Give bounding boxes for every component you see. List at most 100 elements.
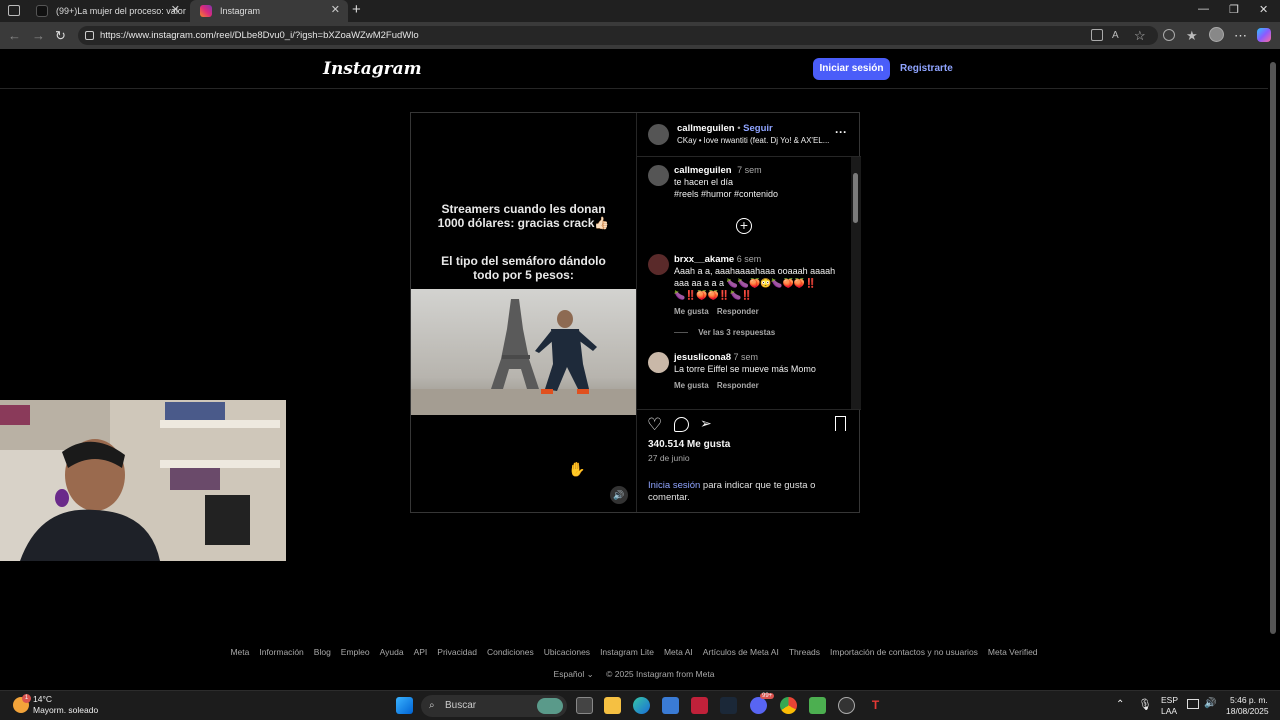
app-available-icon[interactable] [1091, 29, 1103, 41]
likes-count[interactable]: 340.514 Me gusta [648, 439, 730, 450]
weather-description[interactable]: Mayorm. soleado [33, 705, 98, 715]
overlay-text-1: Streamers cuando les donan 1000 dólares:… [437, 202, 610, 230]
close-tab-icon[interactable]: ✕ [331, 3, 340, 16]
profile-avatar[interactable] [1209, 27, 1224, 42]
comment-like-button[interactable]: Me gusta [674, 381, 709, 390]
site-info-icon[interactable] [85, 31, 94, 40]
show-hidden-icons-icon[interactable]: ⌃ [1116, 699, 1124, 710]
instagram-page: Instagram Iniciar sesión Registrarte Str… [0, 49, 1268, 690]
caption-username[interactable]: callmeguilen [674, 165, 732, 176]
close-window-icon[interactable]: ✕ [1259, 3, 1268, 16]
instagram-logo[interactable]: Instagram [323, 59, 422, 79]
footer-link[interactable]: Meta AI [664, 647, 693, 657]
task-view-icon[interactable] [576, 697, 593, 714]
post-caption: callmeguilen 7 sem te hacen el día #reel… [674, 165, 850, 200]
footer-link[interactable]: Condiciones [487, 647, 534, 657]
comment-bubble-icon[interactable] [674, 417, 689, 432]
footer-link[interactable]: Ubicaciones [544, 647, 590, 657]
login-prompt-link[interactable]: Inicia sesión [648, 480, 700, 491]
reel-video[interactable]: Streamers cuando les donan 1000 dólares:… [411, 113, 636, 512]
tab-tiktok[interactable]: (99+)La mujer del proceso: valor ✕ [26, 0, 188, 22]
maximize-icon[interactable]: ❐ [1229, 3, 1239, 16]
comment-reply-button[interactable]: Responder [717, 381, 759, 390]
microphone-icon[interactable]: 🎙 [1138, 698, 1152, 711]
copilot-icon[interactable] [1257, 28, 1271, 42]
footer-link[interactable]: Empleo [341, 647, 370, 657]
weather-temperature[interactable]: 14°C [33, 694, 52, 704]
commenter-avatar[interactable] [648, 254, 669, 275]
clock-time[interactable]: 5:46 p. m. [1230, 695, 1268, 705]
more-options-icon[interactable]: ··· [835, 125, 847, 139]
footer-link[interactable]: Importación de contactos y no usuarios [830, 647, 978, 657]
comments-scroll-thumb[interactable] [853, 173, 858, 223]
footer-link[interactable]: Artículos de Meta AI [703, 647, 779, 657]
load-more-comments-icon[interactable]: + [736, 218, 752, 234]
tiktok-icon [36, 5, 48, 17]
minimize-icon[interactable]: — [1198, 3, 1209, 15]
footer-link[interactable]: Threads [789, 647, 820, 657]
language-selector[interactable]: Español ⌄ [554, 669, 594, 679]
forward-icon[interactable]: → [32, 28, 45, 43]
mute-toggle-button[interactable]: 🔊 [610, 486, 628, 504]
share-send-icon[interactable]: ➢ [700, 415, 712, 432]
app-icon[interactable] [838, 697, 855, 714]
minecraft-icon[interactable] [809, 697, 826, 714]
more-options-icon[interactable]: ⋯ [1234, 28, 1247, 44]
footer-link[interactable]: API [414, 647, 428, 657]
edge-browser-icon[interactable] [633, 697, 650, 714]
language-indicator-top[interactable]: ESP [1161, 695, 1178, 705]
caption-time: 7 sem [737, 165, 762, 175]
tab-actions-icon[interactable] [8, 5, 20, 16]
refresh-icon[interactable]: ↻ [55, 28, 66, 44]
read-aloud-icon[interactable]: A [1112, 30, 1119, 41]
favorites-icon[interactable]: ★ [1186, 28, 1198, 44]
footer-link[interactable]: Instagram Lite [600, 647, 654, 657]
network-icon[interactable] [1187, 699, 1199, 709]
clock-date[interactable]: 18/08/2025 [1226, 706, 1269, 716]
webcam-overlay [0, 400, 286, 561]
new-tab-icon[interactable]: + [352, 1, 361, 18]
author-username[interactable]: callmeguilen [677, 123, 735, 134]
tab-instagram[interactable]: Instagram ✕ [190, 0, 348, 22]
footer-link[interactable]: Información [259, 647, 303, 657]
discord-icon[interactable] [750, 697, 767, 714]
search-icon: ⌕ [429, 700, 435, 711]
footer-link[interactable]: Meta [230, 647, 249, 657]
like-heart-icon[interactable]: ♡ [647, 415, 662, 435]
url-text: https://www.instagram.com/reel/DLbe8Dvu0… [100, 30, 419, 41]
favorite-star-icon[interactable]: ☆ [1134, 28, 1146, 44]
back-icon[interactable]: ← [8, 28, 21, 43]
steam-icon[interactable] [720, 697, 737, 714]
view-replies-button[interactable]: Ver las 3 respuestas [698, 328, 775, 337]
chrome-icon[interactable] [780, 697, 797, 714]
author-avatar[interactable] [648, 165, 669, 186]
comment-username[interactable]: brxx__akame [674, 254, 734, 265]
taskbar-search[interactable]: ⌕ Buscar [421, 695, 567, 717]
register-link[interactable]: Registrarte [900, 63, 953, 74]
caption-hashtags[interactable]: #reels #humor #contenido [674, 188, 850, 200]
volume-icon[interactable]: 🔊 [1204, 698, 1216, 709]
footer-link[interactable]: Ayuda [380, 647, 404, 657]
login-button[interactable]: Iniciar sesión [813, 58, 890, 80]
red-app-icon[interactable] [691, 697, 708, 714]
page-scroll-thumb[interactable] [1270, 62, 1276, 634]
language-indicator-bottom[interactable]: LAA [1161, 706, 1177, 716]
extensions-icon[interactable] [1163, 29, 1175, 41]
follow-button[interactable]: Seguir [743, 123, 773, 134]
comment-like-button[interactable]: Me gusta [674, 307, 709, 316]
audio-track[interactable]: CKay • love nwantiti (feat. Dj Yo! & AX'… [677, 136, 829, 145]
tf-app-icon[interactable]: T [867, 697, 884, 714]
windows-start-icon[interactable] [396, 697, 413, 714]
close-tab-icon[interactable]: ✕ [171, 3, 180, 16]
file-explorer-icon[interactable] [604, 697, 621, 714]
comment-username[interactable]: jesuslicona8 [674, 352, 731, 363]
commenter-avatar[interactable] [648, 352, 669, 373]
footer-link[interactable]: Blog [314, 647, 331, 657]
microsoft-store-icon[interactable] [662, 697, 679, 714]
url-field[interactable]: https://www.instagram.com/reel/DLbe8Dvu0… [78, 26, 1158, 45]
save-bookmark-icon[interactable] [835, 416, 846, 431]
author-avatar[interactable] [648, 124, 669, 145]
comment-reply-button[interactable]: Responder [717, 307, 759, 316]
footer-link[interactable]: Privacidad [437, 647, 477, 657]
footer-link[interactable]: Meta Verified [988, 647, 1038, 657]
